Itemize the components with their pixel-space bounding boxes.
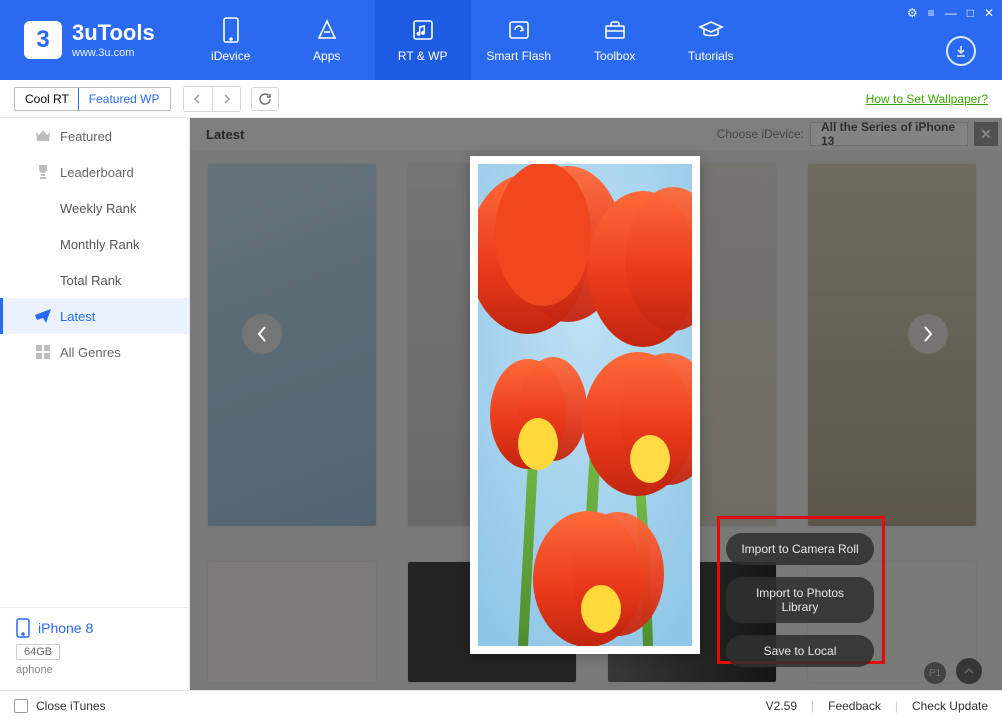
tab-cool-rt[interactable]: Cool RT (15, 88, 79, 110)
toolbar: Cool RT Featured WP How to Set Wallpaper… (0, 80, 1002, 118)
wallpaper-context-menu: Import to Camera Roll Import to Photos L… (726, 533, 874, 667)
save-to-local-button[interactable]: Save to Local (726, 635, 874, 667)
sidebar-label: Monthly Rank (60, 237, 139, 252)
refresh-button[interactable] (251, 87, 279, 111)
sidebar-item-latest[interactable]: Latest (0, 298, 189, 334)
trophy-icon (34, 163, 52, 181)
import-camera-roll-button[interactable]: Import to Camera Roll (726, 533, 874, 565)
flash-icon (506, 17, 532, 43)
sidebar-item-all-genres[interactable]: All Genres (0, 334, 189, 370)
top-nav: iDevice Apps RT & WP Smart Flash Toolbox (183, 0, 759, 80)
sidebar-label: Total Rank (60, 273, 121, 288)
device-icon (16, 618, 30, 638)
feedback-link[interactable]: Feedback (828, 699, 881, 713)
nav-apps[interactable]: Apps (279, 0, 375, 80)
close-itunes-checkbox[interactable] (14, 699, 28, 713)
paper-plane-icon (34, 307, 52, 325)
status-bar: Close iTunes V2.59 | Feedback | Check Up… (0, 690, 1002, 720)
sidebar-label: All Genres (60, 345, 121, 360)
close-itunes-label: Close iTunes (36, 699, 106, 713)
carousel-prev-button[interactable] (242, 314, 282, 354)
sidebar-label: Featured (60, 129, 112, 144)
sidebar-label: Leaderboard (60, 165, 134, 180)
back-button[interactable] (184, 87, 212, 111)
minimize-icon[interactable]: — (945, 6, 957, 20)
check-update-link[interactable]: Check Update (912, 699, 988, 713)
device-panel: iPhone 8 64GB aphone (0, 607, 189, 690)
carousel-next-button[interactable] (908, 314, 948, 354)
maximize-icon[interactable]: □ (967, 6, 974, 20)
list-icon[interactable]: ≡ (928, 6, 935, 20)
nav-label: Apps (313, 49, 340, 63)
nav-rtwp[interactable]: RT & WP (375, 0, 471, 80)
nav-smartflash[interactable]: Smart Flash (471, 0, 567, 80)
forward-button[interactable] (212, 87, 240, 111)
wallpaper-preview (470, 156, 700, 654)
device-name[interactable]: iPhone 8 (38, 620, 93, 636)
toolbox-icon (602, 17, 628, 43)
version-label: V2.59 (766, 699, 797, 713)
tab-featured-wp[interactable]: Featured WP (78, 87, 171, 111)
app-site: www.3u.com (72, 47, 155, 59)
crown-icon (34, 127, 52, 145)
wallpaper-browser: Latest Choose iDevice: All the Series of… (190, 118, 1002, 690)
sidebar-label: Latest (60, 309, 95, 324)
download-manager-button[interactable] (946, 36, 976, 66)
sidebar-item-weekly-rank[interactable]: Weekly Rank (0, 190, 189, 226)
app-header: 3 3uTools www.3u.com iDevice Apps RT & W… (0, 0, 1002, 80)
settings-icon[interactable]: ⚙ (907, 6, 918, 20)
grid-icon (34, 343, 52, 361)
app-logo-block: 3 3uTools www.3u.com (0, 0, 175, 80)
nav-label: RT & WP (398, 49, 448, 63)
close-icon[interactable]: ✕ (984, 6, 994, 20)
nav-label: Smart Flash (486, 49, 551, 63)
sidebar-label: Weekly Rank (60, 201, 136, 216)
import-photos-library-button[interactable]: Import to Photos Library (726, 577, 874, 623)
sidebar-item-featured[interactable]: Featured (0, 118, 189, 154)
phone-icon (218, 17, 244, 43)
app-logo-icon: 3 (24, 21, 62, 59)
window-controls: ⚙ ≡ — □ ✕ (907, 6, 994, 20)
nav-toolbox[interactable]: Toolbox (567, 0, 663, 80)
nav-tutorials[interactable]: Tutorials (663, 0, 759, 80)
graduation-cap-icon (698, 17, 724, 43)
sidebar: Featured Leaderboard Weekly Rank Monthly… (0, 118, 190, 690)
tab-segment: Cool RT Featured WP (14, 87, 171, 111)
history-nav (183, 86, 241, 112)
device-storage: 64GB (16, 644, 60, 660)
sidebar-item-total-rank[interactable]: Total Rank (0, 262, 189, 298)
app-title: 3uTools (72, 21, 155, 45)
apps-icon (314, 17, 340, 43)
how-to-set-wallpaper-link[interactable]: How to Set Wallpaper? (866, 92, 988, 106)
nav-idevice[interactable]: iDevice (183, 0, 279, 80)
device-label: aphone (16, 664, 173, 676)
wallpaper-preview-image (478, 164, 692, 646)
music-note-icon (410, 17, 436, 43)
nav-label: iDevice (211, 49, 250, 63)
sidebar-item-monthly-rank[interactable]: Monthly Rank (0, 226, 189, 262)
sidebar-item-leaderboard[interactable]: Leaderboard (0, 154, 189, 190)
nav-label: Tutorials (688, 49, 734, 63)
nav-label: Toolbox (594, 49, 635, 63)
